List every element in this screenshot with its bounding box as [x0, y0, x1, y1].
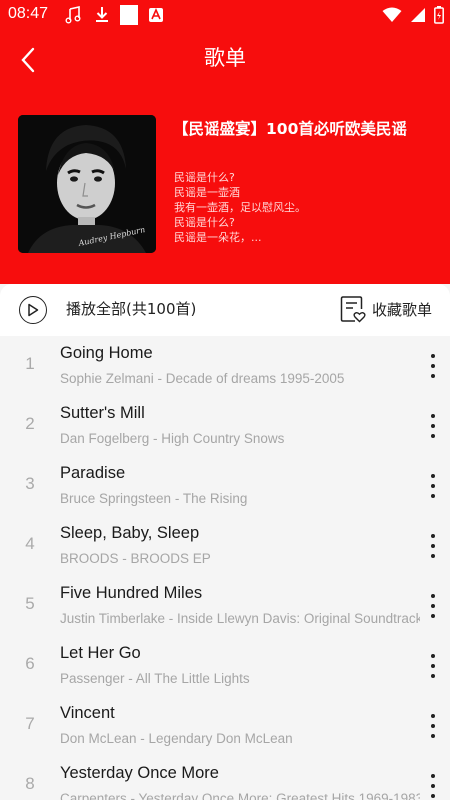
- song-title: Sleep, Baby, Sleep: [60, 524, 200, 542]
- song-index: 6: [25, 654, 35, 673]
- song-index: 1: [25, 354, 35, 373]
- description-line: 民谣是一朵花，...: [174, 231, 262, 244]
- more-options-icon[interactable]: [428, 474, 438, 498]
- song-subtitle: Carpenters - Yesterday Once More: Greate…: [60, 791, 420, 800]
- song-item[interactable]: 4 Sleep, Baby, Sleep BROODS - BROODS EP: [0, 516, 450, 576]
- description-line: 民谣是一壶酒: [174, 186, 240, 199]
- more-options-icon[interactable]: [428, 414, 438, 438]
- more-options-icon[interactable]: [428, 354, 438, 378]
- song-title: Let Her Go: [60, 644, 141, 662]
- more-options-icon[interactable]: [428, 774, 438, 798]
- playlist-name: 【民谣盛宴】100首必听欧美民谣: [173, 120, 407, 138]
- description-line: 民谣是什么?: [174, 171, 235, 184]
- song-index: 2: [25, 414, 35, 433]
- song-subtitle: Don McLean - Legendary Don McLean: [60, 731, 293, 746]
- status-bar: 08:47: [0, 0, 450, 30]
- song-item[interactable]: 6 Let Her Go Passenger - All The Little …: [0, 636, 450, 696]
- song-subtitle: Sophie Zelmani - Decade of dreams 1995-2…: [60, 371, 345, 386]
- song-title: Yesterday Once More: [60, 764, 219, 782]
- song-index: 7: [25, 714, 35, 733]
- square-icon: [120, 5, 138, 25]
- song-item[interactable]: 2 Sutter's Mill Dan Fogelberg - High Cou…: [0, 396, 450, 456]
- song-list: 1 Going Home Sophie Zelmani - Decade of …: [0, 336, 450, 800]
- song-item[interactable]: 8 Yesterday Once More Carpenters - Yeste…: [0, 756, 450, 800]
- song-title: Going Home: [60, 344, 153, 362]
- song-index: 3: [25, 474, 35, 493]
- battery-icon: [434, 6, 444, 24]
- song-item[interactable]: 3 Paradise Bruce Springsteen - The Risin…: [0, 456, 450, 516]
- song-item[interactable]: 7 Vincent Don McLean - Legendary Don McL…: [0, 696, 450, 756]
- signal-icon: [411, 8, 425, 22]
- song-title: Vincent: [60, 704, 115, 722]
- more-options-icon[interactable]: [428, 714, 438, 738]
- song-item[interactable]: 1 Going Home Sophie Zelmani - Decade of …: [0, 336, 450, 396]
- song-subtitle: Dan Fogelberg - High Country Snows: [60, 431, 285, 446]
- status-right: [382, 6, 444, 24]
- playlist-description[interactable]: 民谣是什么? 民谣是一壶酒 我有一壶酒，足以慰风尘。 民谣是什么? 民谣是一朵花…: [174, 170, 306, 245]
- music-note-icon: [65, 6, 81, 24]
- favorite-list-icon: [340, 296, 366, 323]
- playlist-header: 歌单 Audrey Hepburn 【民谣盛宴】100首必听欧美民谣 民谣是什么…: [0, 30, 450, 284]
- favorite-playlist-label: 收藏歌单: [371, 300, 432, 319]
- song-title: Paradise: [60, 464, 126, 482]
- play-all-button[interactable]: [19, 296, 47, 324]
- song-subtitle: Passenger - All The Little Lights: [60, 671, 250, 686]
- more-options-icon[interactable]: [428, 594, 438, 618]
- playlist-cover[interactable]: Audrey Hepburn: [18, 115, 156, 253]
- song-title: Five Hundred Miles: [60, 584, 203, 602]
- song-index: 8: [25, 774, 35, 793]
- more-options-icon[interactable]: [428, 654, 438, 678]
- play-all-label[interactable]: 播放全部(共100首): [66, 299, 196, 319]
- song-index: 4: [25, 534, 35, 553]
- description-line: 民谣是什么?: [174, 216, 235, 229]
- more-options-icon[interactable]: [428, 534, 438, 558]
- song-index: 5: [25, 594, 35, 613]
- download-icon: [96, 7, 108, 22]
- play-icon: [28, 303, 39, 317]
- page-title: 歌单: [204, 46, 246, 70]
- status-time: 08:47: [8, 5, 49, 22]
- song-subtitle: BROODS - BROODS EP: [60, 551, 211, 566]
- app-icon: [149, 8, 163, 22]
- description-line: 我有一壶酒，足以慰风尘。: [174, 201, 306, 214]
- favorite-playlist-button[interactable]: 收藏歌单: [340, 295, 432, 323]
- wifi-icon: [382, 7, 402, 22]
- action-bar: 播放全部(共100首) 收藏歌单: [0, 284, 450, 336]
- song-item[interactable]: 5 Five Hundred Miles Justin Timberlake -…: [0, 576, 450, 636]
- song-subtitle: Justin Timberlake - Inside Llewyn Davis:…: [60, 611, 420, 626]
- song-title: Sutter's Mill: [60, 404, 145, 422]
- song-subtitle: Bruce Springsteen - The Rising: [60, 491, 248, 506]
